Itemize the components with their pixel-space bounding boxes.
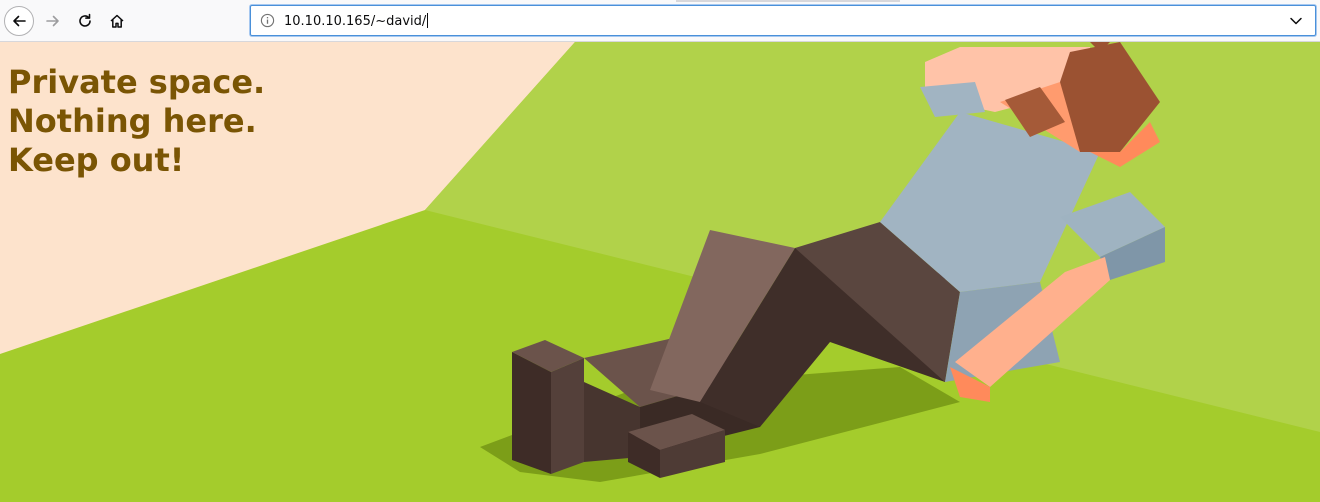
page-heading: Private space. Nothing here. Keep out! [8,63,265,180]
reload-button[interactable] [70,6,100,36]
home-button[interactable] [102,6,132,36]
heading-line-3: Keep out! [8,141,185,179]
url-text[interactable]: 10.10.10.165/~david/ [284,13,429,30]
forward-button[interactable] [38,6,68,36]
home-icon [110,14,124,28]
foot-left [512,352,551,474]
chevron-down-icon[interactable] [1289,14,1303,28]
heading-line-1: Private space. [8,63,266,101]
arrow-right-icon [46,15,59,27]
url-bar[interactable]: 10.10.10.165/~david/ [250,5,1316,36]
browser-toolbar: 10.10.10.165/~david/ [0,0,1320,42]
text-caret [427,13,429,28]
info-icon[interactable] [260,13,275,28]
back-button[interactable] [4,6,34,36]
heading-line-2: Nothing here. [8,102,257,140]
tab-strip-hint [676,0,900,2]
foot-right [551,358,584,474]
page-content: Private space. Nothing here. Keep out! [0,42,1320,502]
url-value: 10.10.10.165/~david/ [284,14,427,29]
arrow-left-icon [13,15,26,27]
reload-icon [79,13,91,27]
